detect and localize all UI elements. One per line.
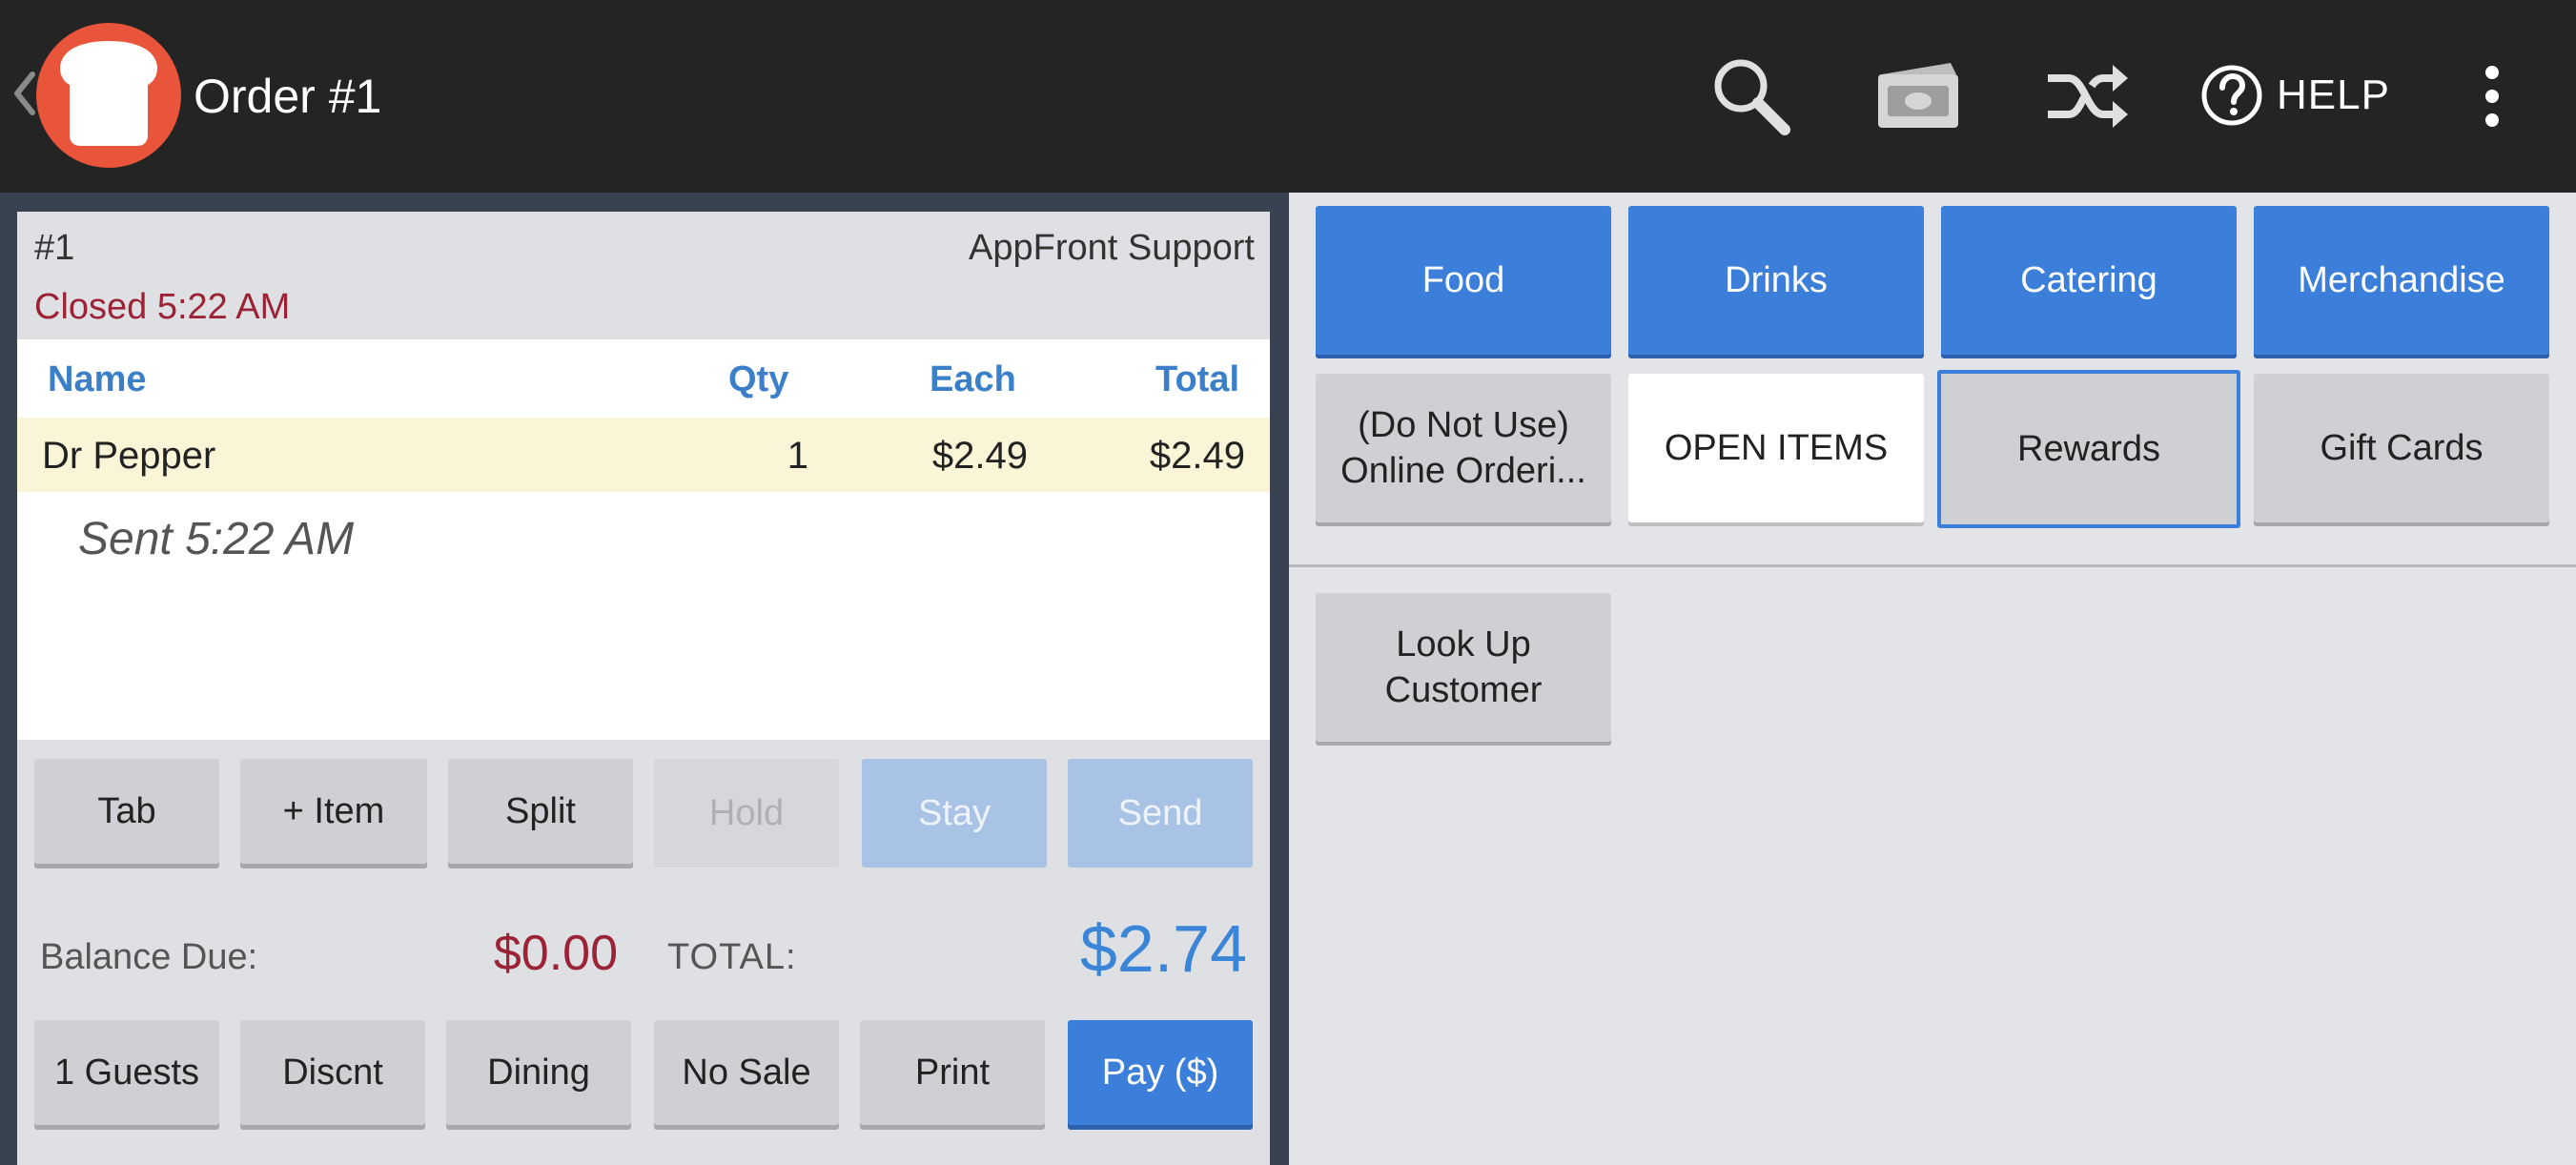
balance-due-label: Balance Due:	[40, 937, 258, 977]
send-button[interactable]: Send	[1068, 759, 1253, 868]
cash-drawer-icon[interactable]	[1872, 53, 1964, 139]
help-button[interactable]: HELP	[2200, 57, 2390, 133]
category-open-items[interactable]: OPEN ITEMS	[1628, 374, 1924, 522]
menu-divider	[1289, 564, 2576, 567]
item-name: Dr Pepper	[42, 435, 216, 477]
server-name: AppFront Support	[969, 228, 1255, 268]
add-item-button[interactable]: + Item	[240, 759, 427, 864]
dining-button[interactable]: Dining	[446, 1020, 631, 1125]
no-sale-button[interactable]: No Sale	[654, 1020, 839, 1125]
print-button[interactable]: Print	[860, 1020, 1045, 1125]
shuffle-icon[interactable]	[2042, 53, 2130, 139]
item-sent-status: Sent 5:22 AM	[78, 514, 355, 564]
guests-button[interactable]: 1 Guests	[34, 1020, 219, 1125]
category-merchandise[interactable]: Merchandise	[2254, 206, 2549, 355]
column-header-total: Total	[1155, 359, 1239, 399]
top-bar	[0, 0, 2576, 193]
hold-button[interactable]: Hold	[654, 759, 839, 868]
balance-due-value: $0.00	[493, 926, 618, 981]
pay-button[interactable]: Pay ($)	[1068, 1020, 1253, 1125]
discount-button[interactable]: Discnt	[240, 1020, 425, 1125]
tab-button[interactable]: Tab	[34, 759, 219, 864]
item-each: $2.49	[931, 435, 1028, 477]
page-title: Order #1	[194, 70, 382, 123]
category-online-ordering[interactable]: (Do Not Use) Online Orderi...	[1316, 374, 1611, 522]
total-value: $2.74	[1079, 911, 1247, 986]
help-icon	[2201, 65, 2262, 126]
order-status: Closed 5:22 AM	[34, 287, 291, 327]
category-gift-cards[interactable]: Gift Cards	[2254, 374, 2549, 522]
split-button[interactable]: Split	[448, 759, 633, 864]
category-food[interactable]: Food	[1316, 206, 1611, 355]
column-header-name: Name	[48, 359, 147, 399]
category-rewards[interactable]: Rewards	[1937, 370, 2240, 528]
stay-button[interactable]: Stay	[862, 759, 1047, 868]
total-label: TOTAL:	[667, 937, 797, 977]
more-vert-icon[interactable]	[2473, 53, 2511, 139]
category-drinks[interactable]: Drinks	[1628, 206, 1924, 355]
toast-logo-icon[interactable]	[36, 23, 181, 168]
back-chevron-icon[interactable]	[11, 69, 38, 118]
category-catering[interactable]: Catering	[1941, 206, 2237, 355]
look-up-customer-button[interactable]: Look Up Customer	[1316, 593, 1611, 742]
column-header-qty: Qty	[728, 359, 789, 399]
item-total: $2.49	[1149, 435, 1245, 477]
item-qty: 1	[787, 435, 808, 477]
column-header-each: Each	[930, 359, 1016, 399]
help-label: HELP	[2277, 72, 2390, 118]
order-number: #1	[34, 228, 75, 268]
search-icon[interactable]	[1708, 53, 1794, 139]
